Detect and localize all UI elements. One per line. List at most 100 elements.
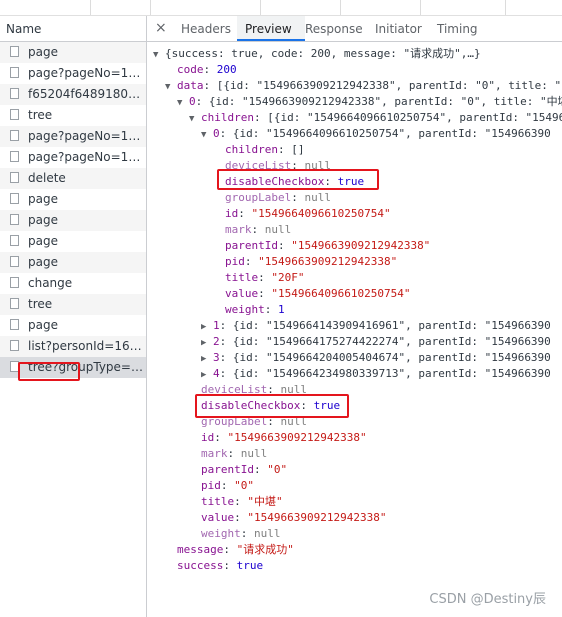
top-strip [0,0,562,16]
top-divider [90,0,91,15]
tab-preview[interactable]: Preview [237,16,305,41]
expand-arrow-icon: ▶ [201,354,207,364]
json-line: id: "1549663909212942338" [201,431,367,444]
document-icon [10,109,19,120]
data-array-line[interactable]: ▼ data: [{id: "1549663909212942338", par… [165,78,562,94]
document-icon [10,46,19,57]
expand-arrow-icon: ▼ [189,114,195,124]
child-1-line[interactable]: ▶ 1: {id: "1549664143909416961", parentI… [201,318,551,334]
json-line: message: "请求成功" [177,543,294,556]
document-icon [10,319,19,330]
root-object-line[interactable]: ▼ {success: true, code: 200, message: "请… [153,46,481,62]
detail-tab-bar: × Headers Preview Response Initiator Tim… [147,16,562,42]
request-name: page [28,192,58,206]
request-name: page [28,213,58,227]
tab-headers[interactable]: Headers [173,16,237,41]
request-row[interactable]: page?pageNo=1&p... [0,126,146,147]
json-line: mark: null [201,447,268,460]
request-list-panel: Name page page?pageNo=1&p... f65204f648918… [0,16,147,617]
tab-response[interactable]: Response [305,16,375,41]
json-line: parentId: "0" [201,463,288,476]
request-name: f65204f64891806ca... [28,87,146,101]
json-line: id: "1549664096610250754" [225,207,391,220]
request-row[interactable]: f65204f64891806ca... [0,84,146,105]
request-row[interactable]: page [0,252,146,273]
request-row[interactable]: page [0,210,146,231]
csdn-watermark: CSDN @Destiny辰 [429,592,546,607]
request-name: change [28,276,73,290]
request-row[interactable]: page [0,189,146,210]
expand-arrow-icon: ▼ [201,130,207,140]
request-name: page [28,255,58,269]
highlight-box-child-disablecheckbox [217,169,379,190]
json-line: children: [] [225,143,305,156]
expand-arrow-icon: ▶ [201,370,207,380]
request-name: page?pageNo=1&p... [28,150,146,164]
json-line: title: "中堪" [201,495,283,508]
request-row[interactable]: page?pageNo=1&p... [0,63,146,84]
top-divider [340,0,341,15]
request-row[interactable]: tree [0,294,146,315]
top-divider [150,0,151,15]
json-line: pid: "0" [201,479,254,492]
child-0-line[interactable]: ▼ 0: {id: "1549664096610250754", parentI… [201,126,551,142]
request-name: list?personId=1637... [28,339,146,353]
document-icon [10,130,19,141]
document-icon [10,256,19,267]
json-line: value: "1549663909212942338" [201,511,387,524]
request-name: delete [28,171,66,185]
json-line: mark: null [225,223,292,236]
expand-arrow-icon[interactable]: ▼ [153,50,158,60]
json-line: weight: 1 [225,303,285,316]
request-row[interactable]: tree [0,105,146,126]
request-name: tree [28,108,53,122]
highlight-box-item-disablecheckbox [195,394,349,418]
close-icon[interactable]: × [155,16,167,41]
expand-arrow-icon: ▶ [201,322,207,332]
child-2-line[interactable]: ▶ 2: {id: "1549664175274422274", parentI… [201,334,551,350]
document-icon [10,235,19,246]
request-name: page?pageNo=1&p... [28,129,146,143]
expand-arrow-icon: ▶ [201,338,207,348]
json-preview: ▼ {success: true, code: 200, message: "请… [147,42,562,617]
child-3-line[interactable]: ▶ 3: {id: "1549664204005404674", parentI… [201,350,551,366]
name-column-header[interactable]: Name [0,16,146,42]
top-divider [505,0,506,15]
document-icon [10,172,19,183]
request-row[interactable]: page [0,315,146,336]
json-line: pid: "1549663909212942338" [225,255,398,268]
highlight-box-selected-request [18,362,80,381]
expand-arrow-icon: ▼ [177,98,183,108]
request-row[interactable]: page?pageNo=1&p... [0,147,146,168]
children-array-line[interactable]: ▼ children: [{id: "1549664096610250754",… [189,110,562,126]
request-row[interactable]: delete [0,168,146,189]
request-name: page [28,45,58,59]
request-name: page?pageNo=1&p... [28,66,146,80]
tab-initiator[interactable]: Initiator [375,16,437,41]
document-icon [10,298,19,309]
document-icon [10,214,19,225]
request-row[interactable]: change [0,273,146,294]
document-icon [10,277,19,288]
request-list: page page?pageNo=1&p... f65204f64891806ca.… [0,42,146,378]
json-line: parentId: "1549663909212942338" [225,239,431,252]
tab-timing[interactable]: Timing [437,16,497,41]
json-line: weight: null [201,527,281,540]
document-icon [10,340,19,351]
expand-arrow-icon: ▼ [165,82,171,92]
request-row[interactable]: list?personId=1637... [0,336,146,357]
json-line: success: true [177,559,264,572]
child-4-line[interactable]: ▶ 4: {id: "1549664234980339713", parentI… [201,366,551,382]
document-icon [10,193,19,204]
json-line: code: 200 [177,63,237,76]
request-name: page [28,318,58,332]
document-icon [10,88,19,99]
request-row[interactable]: page [0,42,146,63]
item-0-line[interactable]: ▼ 0: {id: "1549663909212942338", parentI… [177,94,562,110]
json-line: groupLabel: null [225,191,331,204]
top-divider [260,0,261,15]
top-divider [420,0,421,15]
request-row[interactable]: page [0,231,146,252]
request-name: page [28,234,58,248]
json-line: title: "20F" [225,271,305,284]
